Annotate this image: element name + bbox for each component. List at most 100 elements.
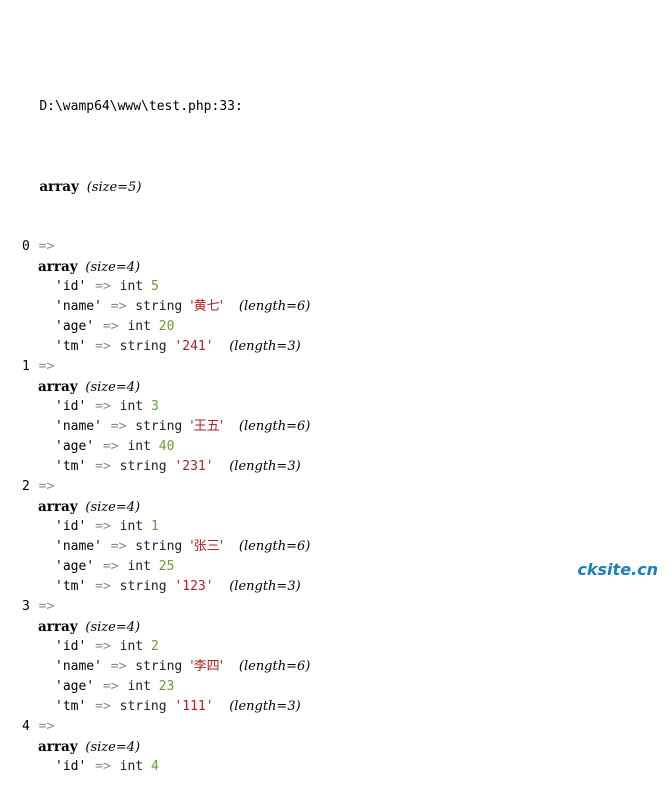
field-length-meta: (length=6): [238, 419, 311, 434]
arrow-glyph: =>: [95, 579, 111, 594]
field-value: '123': [174, 579, 214, 594]
field-type: int: [119, 399, 144, 414]
field-type: string: [119, 339, 167, 354]
field-line: 'name' => string '王五' (length=6): [0, 417, 672, 437]
field-value: '李四': [190, 659, 224, 674]
field-line: 'id' => int 2: [0, 637, 672, 657]
field-type: string: [135, 659, 183, 674]
field-length-meta: (length=6): [238, 299, 311, 314]
arrow-glyph: =>: [95, 519, 111, 534]
field-line: 'age' => int 23: [0, 677, 672, 697]
field-type: int: [119, 639, 144, 654]
field-value: '231': [174, 459, 214, 474]
field-line: 'id' => int 3: [0, 397, 672, 417]
field-key: 'name': [55, 539, 102, 554]
field-line: 'name' => string '张三' (length=6): [0, 537, 672, 557]
arrow-glyph: =>: [95, 339, 111, 354]
field-key: 'name': [55, 299, 102, 314]
field-line: 'tm' => string '123' (length=3): [0, 577, 672, 597]
field-key: 'age': [55, 679, 95, 694]
field-value: '241': [174, 339, 214, 354]
field-key: 'tm': [55, 459, 87, 474]
field-key: 'id': [55, 639, 87, 654]
array-keyword: array: [39, 179, 79, 195]
field-value: '111': [174, 699, 214, 714]
var-dump-output: D:\wamp64\www\test.php:33: array (size=5…: [0, 17, 672, 811]
arrow-glyph: =>: [95, 759, 111, 771]
entry-index: 1: [22, 359, 30, 374]
field-value: '黄七': [190, 299, 224, 314]
entry-index-line: 3 =>: [0, 597, 672, 617]
array-keyword: array: [38, 259, 78, 275]
arrow-glyph: =>: [95, 639, 111, 654]
arrow-glyph: =>: [110, 299, 127, 314]
arrow-glyph: =>: [102, 559, 119, 574]
array-entries: 0 => array (size=4)'id' => int 5'name' =>…: [0, 237, 672, 771]
source-path: D:\wamp64\www\test.php:33:: [39, 99, 243, 114]
arrow-glyph: =>: [38, 719, 55, 734]
field-type: int: [127, 319, 151, 334]
arrow-glyph: =>: [38, 479, 55, 494]
field-length-meta: (length=3): [229, 579, 301, 594]
arrow-glyph: =>: [102, 319, 119, 334]
arrow-glyph: =>: [38, 239, 55, 254]
field-value: '王五': [190, 419, 224, 434]
field-type: int: [127, 559, 151, 574]
arrow-glyph: =>: [95, 459, 111, 474]
field-value: 4: [150, 759, 159, 771]
field-key: 'id': [55, 759, 87, 771]
field-key: 'age': [55, 559, 95, 574]
field-key: 'tm': [55, 339, 87, 354]
root-array-line: array (size=5): [0, 157, 672, 195]
field-value: 25: [158, 559, 175, 574]
field-line: 'age' => int 40: [0, 437, 672, 457]
entry-index-line: 2 =>: [0, 477, 672, 497]
array-keyword: array: [38, 499, 78, 515]
field-value: '张三': [190, 539, 224, 554]
arrow-glyph: =>: [95, 399, 111, 414]
array-keyword: array: [38, 379, 78, 395]
entry-index-line: 4 =>: [0, 717, 672, 737]
field-type: int: [119, 759, 144, 771]
field-key: 'name': [55, 659, 102, 674]
array-size-meta: (size=4): [85, 260, 141, 275]
child-array-line: array (size=4): [0, 497, 672, 517]
field-value: 3: [150, 399, 159, 414]
array-size-meta: (size=4): [85, 380, 141, 395]
field-length-meta: (length=3): [229, 459, 301, 474]
field-value: 5: [150, 279, 159, 294]
site-watermark: cksite.cn: [577, 560, 658, 579]
field-type: string: [135, 299, 183, 314]
field-line: 'tm' => string '231' (length=3): [0, 457, 672, 477]
field-key: 'tm': [55, 579, 87, 594]
field-line: 'age' => int 20: [0, 317, 672, 337]
arrow-glyph: =>: [38, 599, 55, 614]
array-keyword: array: [38, 619, 78, 635]
child-array-line: array (size=4): [0, 617, 672, 637]
arrow-glyph: =>: [110, 539, 127, 554]
field-line: 'tm' => string '111' (length=3): [0, 697, 672, 717]
field-line: 'tm' => string '241' (length=3): [0, 337, 672, 357]
field-value: 40: [158, 439, 175, 454]
field-length-meta: (length=3): [229, 699, 301, 714]
entry-index: 2: [22, 479, 30, 494]
source-path-line: D:\wamp64\www\test.php:33:: [0, 77, 672, 114]
field-value: 1: [150, 519, 159, 534]
entry-index-line: 0 =>: [0, 237, 672, 257]
child-array-line: array (size=4): [0, 257, 672, 277]
field-type: string: [119, 699, 167, 714]
field-type: int: [119, 519, 144, 534]
field-value: 20: [158, 319, 175, 334]
child-array-line: array (size=4): [0, 377, 672, 397]
entry-index: 3: [22, 599, 30, 614]
arrow-glyph: =>: [102, 439, 119, 454]
field-line: 'age' => int 25: [0, 557, 672, 577]
field-key: 'age': [55, 439, 95, 454]
arrow-glyph: =>: [38, 359, 55, 374]
entry-index: 4: [22, 719, 30, 734]
child-array-line: array (size=4): [0, 737, 672, 757]
arrow-glyph: =>: [95, 279, 111, 294]
entry-index-line: 1 =>: [0, 357, 672, 377]
field-key: 'name': [55, 419, 102, 434]
arrow-glyph: =>: [95, 699, 111, 714]
